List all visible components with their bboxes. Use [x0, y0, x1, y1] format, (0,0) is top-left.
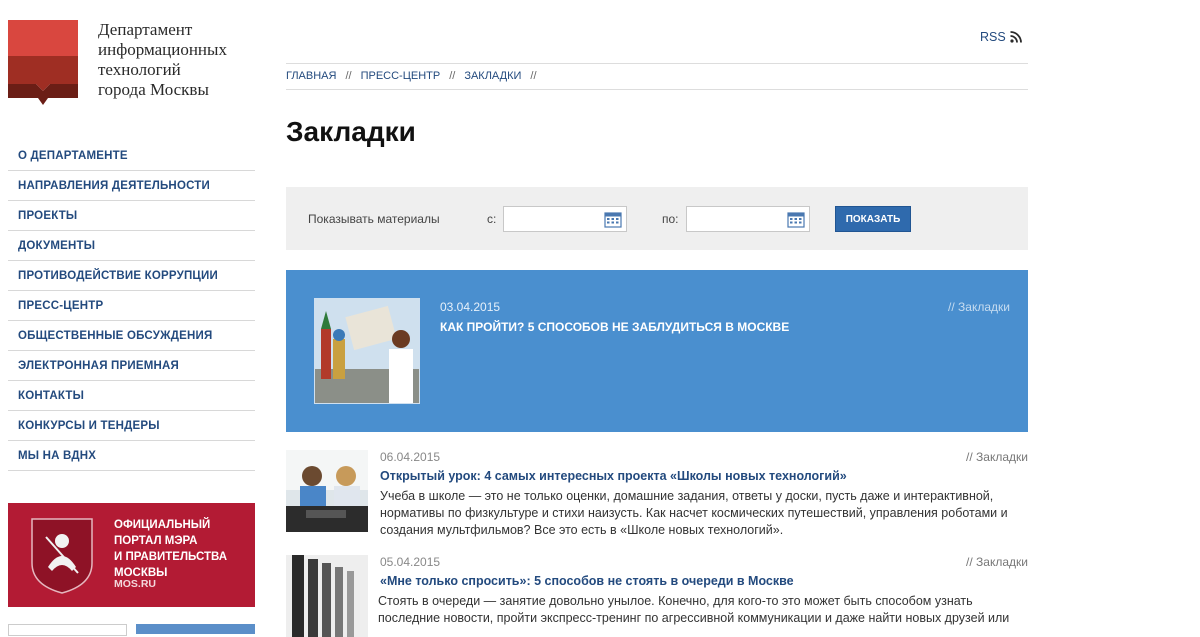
sidebar-item-activities[interactable]: НАПРАВЛЕНИЯ ДЕЯТЕЛЬНОСТИ — [8, 171, 255, 201]
sidebar-item-press-center[interactable]: ПРЕСС-ЦЕНТР — [8, 291, 255, 321]
sidebar-item-documents[interactable]: ДОКУМЕНТЫ — [8, 231, 255, 261]
news-excerpt: Учеба в школе — это не только оценки, до… — [380, 489, 1008, 537]
sidebar-item-department[interactable]: О ДЕПАРТАМЕНТЕ — [8, 141, 255, 171]
breadcrumb-press-center[interactable]: ПРЕСС-ЦЕНТР — [361, 70, 441, 82]
news-excerpt: Стоять в очереди — занятие довольно уныл… — [378, 594, 1010, 625]
filter-to-label: по: — [662, 212, 679, 226]
sidebar-item-contacts[interactable]: КОНТАКТЫ — [8, 381, 255, 411]
news-title[interactable]: Открытый урок: 4 самых интересных проект… — [380, 469, 847, 483]
breadcrumb-separator: // — [345, 70, 352, 82]
calendar-icon[interactable] — [787, 211, 805, 228]
date-from-field[interactable] — [503, 206, 627, 232]
news-tag[interactable]: // Закладки — [966, 450, 1028, 464]
breadcrumb-divider-bottom — [286, 89, 1028, 90]
news-tag[interactable]: // Закладки — [966, 555, 1028, 569]
sidebar-bottom-button[interactable] — [136, 624, 255, 634]
sidebar-bottom-widget — [8, 624, 127, 636]
featured-title[interactable]: КАК ПРОЙТИ? 5 СПОСОБОВ НЕ ЗАБЛУДИТЬСЯ В … — [440, 320, 789, 334]
date-to-field[interactable] — [686, 206, 810, 232]
date-filter-panel: Показывать материалы с: по: ПОКАЗАТЬ — [286, 187, 1028, 250]
breadcrumb-separator: // — [449, 70, 456, 82]
news-thumbnail[interactable] — [286, 450, 368, 532]
news-thumbnail[interactable] — [286, 555, 368, 637]
featured-date: 03.04.2015 — [440, 300, 501, 314]
sidebar-item-public-discussions[interactable]: ОБЩЕСТВЕННЫЕ ОБСУЖДЕНИЯ — [8, 321, 255, 351]
department-logo-text[interactable]: Департамент информационных технологий го… — [98, 20, 268, 100]
breadcrumb-divider-top — [286, 63, 1028, 64]
sidebar-item-vdnh[interactable]: МЫ НА ВДНХ — [8, 441, 255, 471]
moscow-coat-of-arms-icon — [26, 515, 98, 595]
filter-label: Показывать материалы — [308, 212, 440, 226]
mos-ru-banner[interactable]: ОФИЦИАЛЬНЫЙ ПОРТАЛ МЭРА И ПРАВИТЕЛЬСТВА … — [8, 503, 255, 607]
show-button[interactable]: ПОКАЗАТЬ — [835, 206, 911, 232]
featured-thumbnail[interactable] — [314, 298, 420, 404]
news-date: 06.04.2015 — [380, 450, 441, 464]
banner-title: ОФИЦИАЛЬНЫЙ ПОРТАЛ МЭРА И ПРАВИТЕЛЬСТВА … — [114, 519, 228, 579]
filter-from-label: с: — [487, 212, 497, 226]
breadcrumb: ГЛАВНАЯ // ПРЕСС-ЦЕНТР // ЗАКЛАДКИ // — [286, 70, 546, 82]
page-title: Закладки — [286, 116, 416, 147]
breadcrumb-separator: // — [530, 70, 537, 82]
sidebar-item-anti-corruption[interactable]: ПРОТИВОДЕЙСТВИЕ КОРРУПЦИИ — [8, 261, 255, 291]
featured-tag[interactable]: // Закладки — [948, 300, 1010, 314]
sidebar-item-e-reception[interactable]: ЭЛЕКТРОННАЯ ПРИЕМНАЯ — [8, 351, 255, 381]
breadcrumb-home[interactable]: ГЛАВНАЯ — [286, 70, 336, 82]
calendar-icon[interactable] — [604, 211, 622, 228]
news-title[interactable]: «Мне только спросить»: 5 способов не сто… — [380, 574, 794, 588]
breadcrumb-bookmarks[interactable]: ЗАКЛАДКИ — [464, 70, 521, 82]
rss-icon — [1010, 31, 1022, 43]
rss-link[interactable]: RSS — [980, 30, 1022, 44]
department-logo-emblem[interactable] — [8, 20, 78, 105]
rss-label: RSS — [980, 30, 1006, 44]
sidebar-item-tenders[interactable]: КОНКУРСЫ И ТЕНДЕРЫ — [8, 411, 255, 441]
news-date: 05.04.2015 — [380, 555, 441, 569]
featured-article[interactable]: 03.04.2015 КАК ПРОЙТИ? 5 СПОСОБОВ НЕ ЗАБ… — [286, 270, 1028, 432]
sidebar-item-projects[interactable]: ПРОЕКТЫ — [8, 201, 255, 231]
banner-site: MOS.RU — [114, 578, 156, 590]
sidebar-nav: О ДЕПАРТАМЕНТЕ НАПРАВЛЕНИЯ ДЕЯТЕЛЬНОСТИ … — [8, 141, 255, 471]
